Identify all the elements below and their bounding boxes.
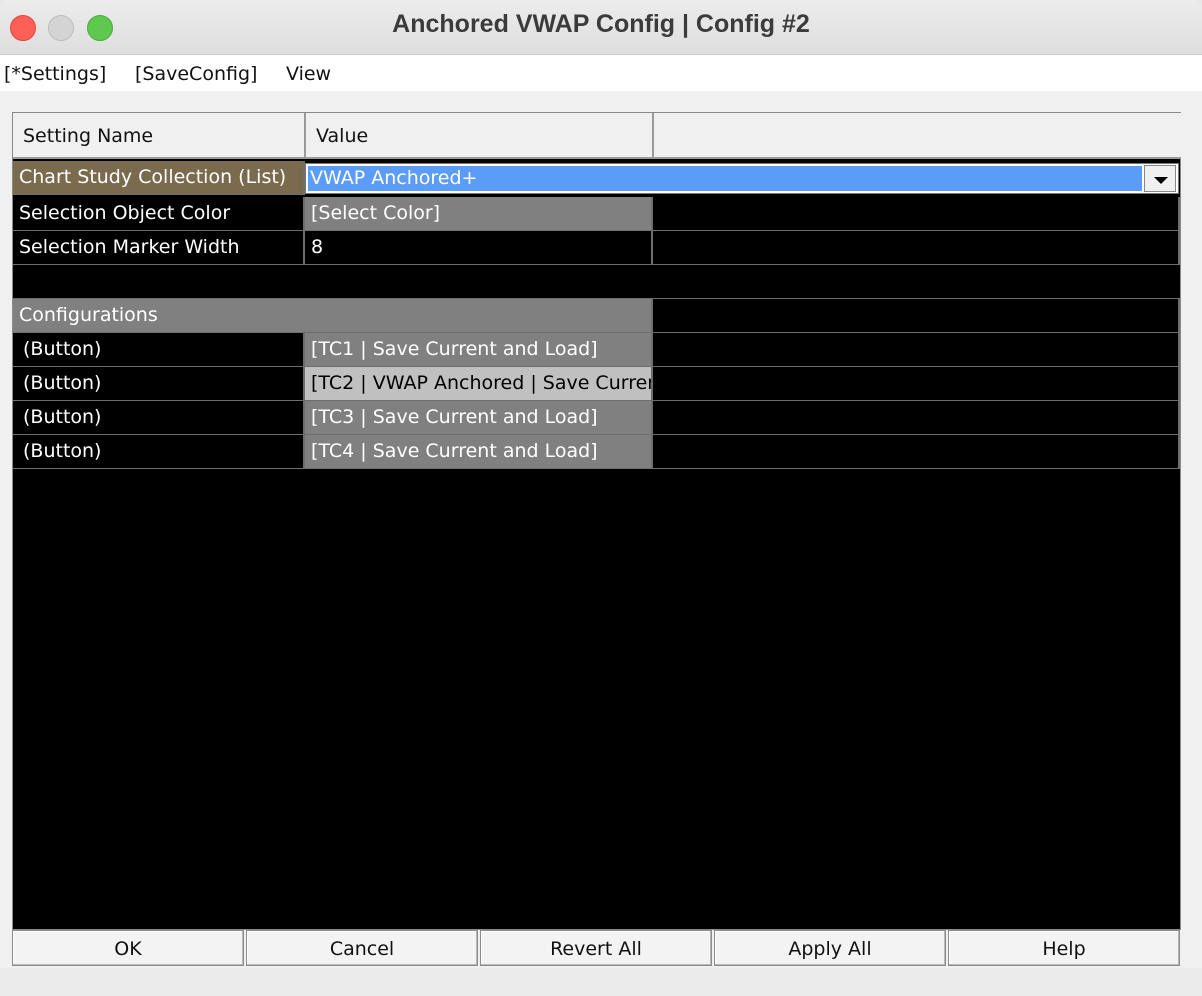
- setting-name-cell[interactable]: Selection Object Color: [13, 197, 305, 231]
- row-config-tc4: (Button) [TC4 | Save Current and Load]: [13, 435, 1180, 469]
- empty-cell: [653, 435, 1180, 469]
- tc3-button[interactable]: [TC3 | Save Current and Load]: [305, 401, 653, 435]
- config-window: Anchored VWAP Config | Config #2 [*Setti…: [0, 0, 1202, 996]
- study-collection-dropdown[interactable]: VWAP Anchored+: [305, 163, 1179, 194]
- chevron-down-icon[interactable]: [1144, 165, 1176, 192]
- button-type-label[interactable]: (Button): [13, 333, 305, 367]
- select-color-button[interactable]: [Select Color]: [305, 197, 653, 231]
- cancel-button[interactable]: Cancel: [246, 930, 478, 966]
- window-bottom-edge: [0, 968, 1202, 996]
- row-config-tc2: (Button) [TC2 | VWAP Anchored | Save Cur…: [13, 367, 1180, 401]
- row-study-collection: Chart Study Collection (List) VWAP Ancho…: [13, 161, 1180, 195]
- menu-save-config[interactable]: [SaveConfig]: [135, 63, 257, 85]
- empty-cell: [653, 333, 1180, 367]
- menu-bar: [*Settings] [SaveConfig] View: [0, 55, 1202, 91]
- empty-cell: [653, 401, 1180, 435]
- setting-name-cell[interactable]: Chart Study Collection (List): [13, 161, 305, 195]
- tc4-button[interactable]: [TC4 | Save Current and Load]: [305, 435, 653, 469]
- row-config-tc1: (Button) [TC1 | Save Current and Load]: [13, 333, 1180, 367]
- button-type-label[interactable]: (Button): [13, 401, 305, 435]
- header-blank[interactable]: [654, 113, 1181, 159]
- settings-grid: Setting Name Value Chart Study Collectio…: [12, 112, 1181, 930]
- header-value[interactable]: Value: [306, 113, 654, 159]
- row-configurations-header: Configurations: [13, 299, 1180, 333]
- row-marker-width: Selection Marker Width 8: [13, 231, 1180, 265]
- menu-settings[interactable]: [*Settings]: [4, 63, 106, 85]
- setting-name-cell[interactable]: Selection Marker Width: [13, 231, 305, 265]
- tc2-button[interactable]: [TC2 | VWAP Anchored | Save Current and …: [305, 367, 653, 401]
- section-title[interactable]: Configurations: [13, 299, 653, 333]
- tc1-button[interactable]: [TC1 | Save Current and Load]: [305, 333, 653, 367]
- row-config-tc3: (Button) [TC3 | Save Current and Load]: [13, 401, 1180, 435]
- button-type-label[interactable]: (Button): [13, 367, 305, 401]
- row-object-color: Selection Object Color [Select Color]: [13, 197, 1180, 231]
- help-button[interactable]: Help: [948, 930, 1180, 966]
- window-title: Anchored VWAP Config | Config #2: [392, 10, 810, 38]
- study-collection-selected[interactable]: VWAP Anchored+: [308, 166, 1142, 191]
- menu-view[interactable]: View: [286, 63, 331, 85]
- title-bar: Anchored VWAP Config | Config #2: [0, 0, 1202, 55]
- apply-all-button[interactable]: Apply All: [714, 930, 946, 966]
- revert-all-button[interactable]: Revert All: [480, 930, 712, 966]
- marker-width-value[interactable]: 8: [305, 231, 653, 265]
- button-type-label[interactable]: (Button): [13, 435, 305, 469]
- empty-cell: [653, 231, 1180, 265]
- empty-cell: [653, 299, 1180, 333]
- header-setting-name[interactable]: Setting Name: [13, 113, 306, 159]
- row-spacer: [13, 265, 1180, 299]
- ok-button[interactable]: OK: [12, 930, 244, 966]
- dialog-buttons: OK Cancel Revert All Apply All Help: [12, 930, 1181, 967]
- empty-cell: [653, 197, 1180, 231]
- empty-row: [13, 265, 1180, 299]
- empty-cell: [653, 367, 1180, 401]
